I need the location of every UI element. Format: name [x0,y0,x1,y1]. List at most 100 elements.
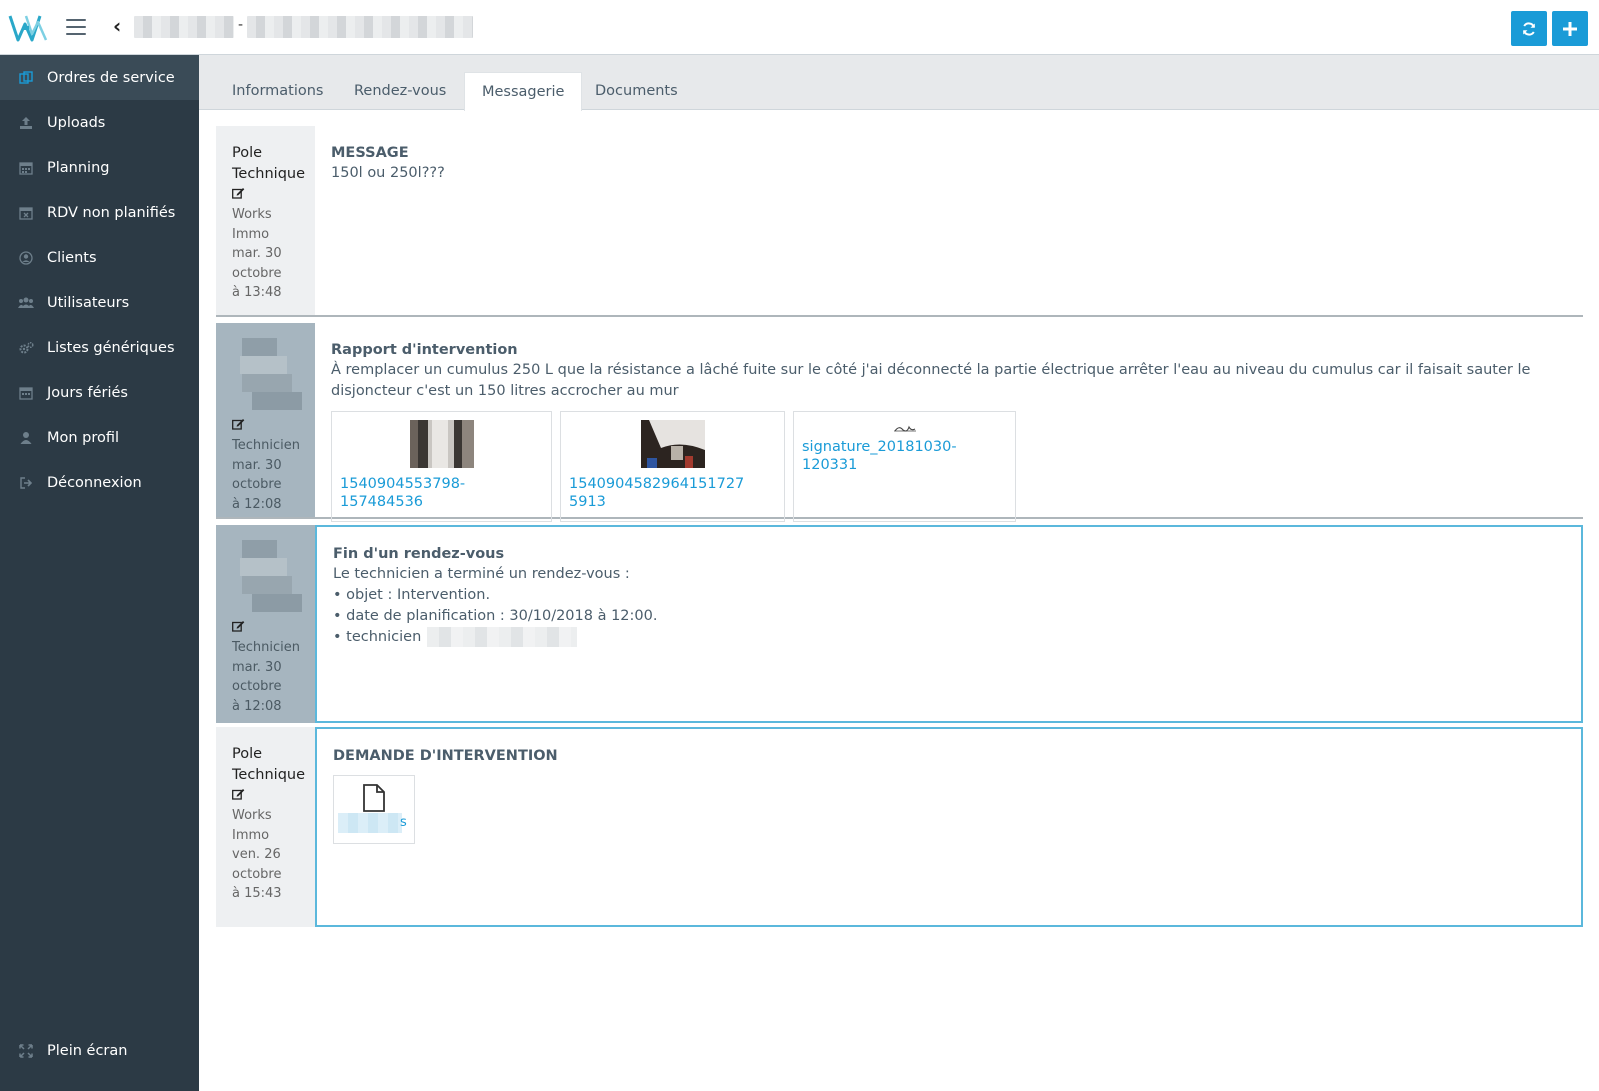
upload-icon [18,115,34,131]
attachment-link[interactable]: 1540904553798-157484536 [340,475,543,511]
attachment-item[interactable]: 1540904553798-157484536 [331,411,552,522]
message-role: Works [232,207,272,222]
technician-label: • technicien [333,629,422,645]
photo-thumbnail[interactable] [409,420,474,468]
tab-bar: Informations Rendez-vous Messagerie Docu… [199,55,1599,111]
sidebar-item-jours-feries[interactable]: Jours fériés [0,370,199,415]
message-time: à 12:08 [232,496,282,512]
attachment-item[interactable]: s [333,775,415,844]
message-date: octobre [232,679,282,694]
photo-thumbnail[interactable] [640,420,705,468]
sidebar-item-label: Planning [47,159,110,176]
attachment-link[interactable]: 1540904582964151727 5913 [569,475,776,511]
sidebar-item-ordres-de-service[interactable]: Ordres de service [0,55,199,100]
tab-label: Informations [232,83,324,99]
fullscreen-button[interactable]: Plein écran [0,1028,199,1073]
service-orders-icon [18,70,34,86]
message-body: Fin d'un rendez-vous Le technicien a ter… [315,525,1583,723]
message-text: 150l ou 250l??? [331,165,445,181]
message-meta: Pole Technique Works Immo ven. 26 octobr… [216,727,315,927]
message-title: MESSAGE [331,145,409,161]
attachment-item[interactable]: signature_20181030-120331 [793,411,1016,522]
message-item: Technicien mar. 30 octobre à 12:08 Rappo… [216,323,1583,522]
message-text: disjoncteur c'est un 150 litres accroche… [331,383,679,399]
message-date: octobre [232,265,282,281]
expand-icon [18,1043,34,1059]
message-role: Technicien [232,640,300,655]
menu-toggle-icon[interactable] [66,19,86,36]
message-date: mar. 30 [232,457,282,473]
sidebar-item-label: Ordres de service [47,69,175,86]
message-text: • objet : Intervention. [333,587,491,603]
tab-rendez-vous[interactable]: Rendez-vous [337,72,463,110]
message-role: Technicien [232,438,300,453]
tab-documents[interactable]: Documents [578,72,695,110]
tab-label: Rendez-vous [354,83,447,99]
message-meta: Technicien mar. 30 octobre à 12:08 [216,323,315,517]
message-date: mar. 30 [232,246,282,261]
attachment-link[interactable]: s [400,815,407,830]
sidebar-item-label: Utilisateurs [47,294,130,311]
attachment-item[interactable]: 1540904582964151727 5913 [560,411,785,522]
plus-icon [1563,21,1577,36]
add-button[interactable] [1552,11,1588,46]
edit-icon[interactable] [232,187,315,203]
tab-label: Messagerie [482,84,565,100]
author-redacted [232,338,302,412]
app-logo-icon[interactable] [8,12,50,44]
breadcrumb-separator: - [238,17,244,33]
message-time: à 13:48 [232,285,282,300]
message-time: à 15:43 [232,886,282,901]
message-date: mar. 30 [232,659,282,675]
users-icon [18,295,34,311]
refresh-button[interactable] [1511,11,1547,46]
tab-messagerie[interactable]: Messagerie [464,72,583,111]
sign-out-icon [18,475,34,491]
message-author: Pole Technique [232,145,306,182]
message-body: Rapport d'intervention À remplacer un cu… [315,323,1583,522]
message-date: octobre [232,477,282,492]
message-role: Immo [232,827,270,843]
sidebar-item-rdv-non-planifies[interactable]: RDV non planifiés [0,190,199,235]
message-body: DEMANDE D'INTERVENTION s [315,727,1583,927]
sidebar-item-mon-profil[interactable]: Mon profil [0,415,199,460]
calendar-icon [18,385,34,401]
calendar-x-icon [18,205,34,221]
message-item: Pole Technique Works Immo mar. 30 octobr… [216,126,1583,317]
sidebar-item-label: Mon profil [47,429,120,446]
sidebar-item-label: Uploads [47,114,106,131]
fullscreen-label: Plein écran [47,1042,128,1059]
message-text: • date de planification : 30/10/2018 à 1… [333,608,658,624]
sidebar-item-utilisateurs[interactable]: Utilisateurs [0,280,199,325]
message-title: DEMANDE D'INTERVENTION [333,748,558,764]
main-content: Informations Rendez-vous Messagerie Docu… [199,55,1599,1091]
sidebar-item-clients[interactable]: Clients [0,235,199,280]
edit-icon[interactable] [232,788,315,804]
message-text: • technicien [333,627,1565,648]
sidebar-item-deconnexion[interactable]: Déconnexion [0,460,199,505]
message-title: Rapport d'intervention [331,342,518,358]
tab-informations[interactable]: Informations [215,72,341,110]
top-bar: ‹ - [0,0,1599,55]
file-icon [363,784,385,812]
message-text: À remplacer un cumulus 250 L que la rési… [331,362,1531,378]
attachment-link[interactable]: signature_20181030-120331 [802,438,1007,474]
sidebar-item-listes-generiques[interactable]: Listes génériques [0,325,199,370]
message-date: octobre [232,866,282,882]
user-icon [18,430,34,446]
sidebar-item-uploads[interactable]: Uploads [0,100,199,145]
sidebar-item-planning[interactable]: Planning [0,145,199,190]
back-chevron-icon[interactable]: ‹ [113,16,121,36]
message-text: Le technicien a terminé un rendez-vous : [333,566,630,582]
sidebar-item-label: Listes génériques [47,339,175,356]
breadcrumb-redacted [134,16,234,38]
edit-icon[interactable] [232,620,315,636]
attachments-list: 1540904553798-157484536 1540904582964151… [331,411,1567,522]
message-author: Pole Technique [232,746,306,783]
refresh-icon [1523,21,1535,36]
signature-thumbnail[interactable] [893,424,917,434]
breadcrumb-redacted [247,16,473,38]
cogs-icon [18,340,34,356]
author-redacted [232,540,302,614]
edit-icon[interactable] [232,418,315,434]
